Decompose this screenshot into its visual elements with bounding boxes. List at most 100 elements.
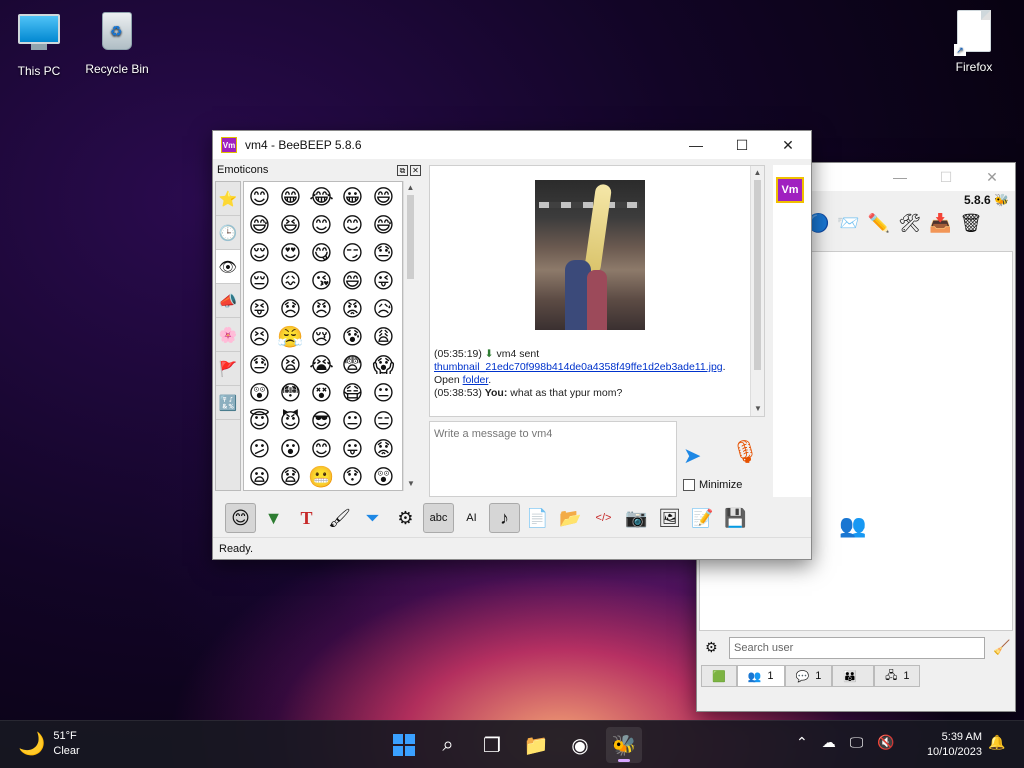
minimize-option[interactable]: Minimize bbox=[683, 479, 742, 491]
chat-history[interactable]: (05:35:19) ⬇ vm4 sent thumbnail_21edc70f… bbox=[429, 165, 765, 417]
close-button[interactable]: ✕ bbox=[765, 131, 811, 159]
emoticon-item[interactable]: 😎 bbox=[308, 408, 335, 435]
screenshot-icon[interactable]: 🖼 bbox=[654, 503, 685, 533]
emoticon-item[interactable]: 😝 bbox=[246, 296, 273, 323]
start-button[interactable] bbox=[386, 727, 422, 763]
display-icon[interactable]: 🖵 bbox=[850, 734, 864, 751]
microphone-icon[interactable]: 🎙 bbox=[731, 439, 759, 465]
chrome-icon[interactable]: ◉ bbox=[562, 727, 598, 763]
shared-image-thumbnail[interactable] bbox=[535, 180, 645, 330]
emoticon-item[interactable]: 😣 bbox=[246, 324, 273, 351]
emoticon-item[interactable]: 😯 bbox=[339, 464, 366, 490]
emoticon-item[interactable]: 😠 bbox=[308, 296, 335, 323]
emoticon-item[interactable]: 😓 bbox=[246, 352, 273, 379]
message-input[interactable]: Write a message to vm4 bbox=[429, 421, 677, 497]
emoticon-item[interactable]: 😦 bbox=[246, 464, 273, 490]
file-explorer-icon[interactable]: 📁 bbox=[518, 727, 554, 763]
save-icon[interactable]: 💾 bbox=[720, 503, 751, 533]
emoticon-item[interactable]: 😩 bbox=[370, 324, 397, 351]
emoticon-item[interactable]: 😭 bbox=[308, 352, 335, 379]
minimize-button[interactable]: — bbox=[877, 163, 923, 191]
camera-icon[interactable]: 📷 bbox=[621, 503, 652, 533]
desktop-icon-recycle-bin[interactable]: Recycle Bin bbox=[79, 10, 155, 76]
chat-titlebar[interactable]: Vm vm4 - BeeBEEP 5.8.6 — ☐ ✕ bbox=[213, 131, 811, 159]
emoticon-category-tab[interactable]: ⭐ bbox=[216, 182, 240, 216]
file-link[interactable]: thumbnail_21edc70f998b414de0a4358f49ffe1… bbox=[434, 361, 723, 373]
clock[interactable]: 5:39 AM 10/10/2023 bbox=[912, 730, 982, 760]
desktop-icon-firefox[interactable]: ↗ Firefox bbox=[936, 10, 1012, 74]
notification-bell-icon[interactable]: 🔔 bbox=[988, 734, 1005, 751]
trash-icon[interactable]: 🗑 bbox=[960, 213, 983, 234]
gear-icon[interactable]: ⚙ bbox=[390, 503, 421, 533]
emoticon-item[interactable]: 😨 bbox=[339, 352, 366, 379]
spellcheck-icon[interactable]: abc bbox=[423, 503, 454, 533]
envelope-icon[interactable]: 📨 bbox=[837, 213, 859, 234]
update-icon[interactable]: 📥 bbox=[929, 213, 951, 234]
avatar[interactable]: Vm bbox=[776, 177, 804, 203]
emoticon-category-tab[interactable]: 🚩 bbox=[216, 352, 240, 386]
emoticon-item[interactable]: 😟 bbox=[370, 436, 397, 463]
tab-users[interactable]: 👥 1 bbox=[736, 665, 785, 687]
float-panel-button[interactable]: ⧉ bbox=[397, 164, 408, 176]
emoticon-item[interactable]: 😏 bbox=[339, 240, 366, 267]
emoticon-item[interactable]: 😵 bbox=[308, 380, 335, 407]
chat-window[interactable]: Vm vm4 - BeeBEEP 5.8.6 — ☐ ✕ Emoticons ⧉… bbox=[212, 130, 812, 560]
emoticon-item[interactable]: 😰 bbox=[339, 324, 366, 351]
emoticon-item[interactable]: 😲 bbox=[370, 464, 397, 490]
emoticon-item[interactable]: 😄 bbox=[339, 268, 366, 295]
clear-search-icon[interactable]: 🧹 bbox=[993, 639, 1010, 656]
emoticon-item[interactable]: 😁 bbox=[277, 184, 304, 211]
emoticon-item[interactable]: 😞 bbox=[277, 296, 304, 323]
emoticon-item[interactable]: 😅 bbox=[370, 212, 397, 239]
emoticon-item[interactable]: 😂 bbox=[308, 184, 335, 211]
pencil-icon[interactable]: ✏️ bbox=[868, 213, 890, 234]
tools-icon[interactable]: 🛠 bbox=[898, 213, 921, 234]
tab-status[interactable]: 🟩 bbox=[701, 665, 737, 687]
emoticon-item[interactable]: 😋 bbox=[308, 240, 335, 267]
smiley-icon[interactable]: 😊 bbox=[225, 503, 256, 533]
search-user-input[interactable]: Search user bbox=[729, 637, 985, 659]
emoticon-category-tab[interactable]: 🕒 bbox=[216, 216, 240, 250]
font-icon[interactable]: T bbox=[291, 503, 322, 533]
emoticon-item[interactable]: 😄 bbox=[370, 184, 397, 211]
emoticon-category-tab[interactable]: 👁 bbox=[216, 250, 240, 284]
emoticon-item[interactable]: 😕 bbox=[246, 436, 273, 463]
filter-icon[interactable]: ⏷ bbox=[357, 503, 388, 533]
emoticon-item[interactable]: 😀 bbox=[339, 184, 366, 211]
folder-link[interactable]: folder bbox=[463, 374, 489, 386]
emoticon-item[interactable]: 😫 bbox=[277, 352, 304, 379]
emoticon-item[interactable]: 😊 bbox=[246, 184, 273, 211]
send-folder-icon[interactable]: 📂 bbox=[555, 503, 586, 533]
emoticon-item[interactable]: 😜 bbox=[370, 268, 397, 295]
emoticon-item[interactable]: 😇 bbox=[246, 408, 273, 435]
emoticon-item[interactable]: 😈 bbox=[277, 408, 304, 435]
volume-muted-icon[interactable]: 🔇 bbox=[877, 734, 894, 751]
desktop-icon-this-pc[interactable]: This PC bbox=[1, 10, 77, 78]
emoticon-item[interactable]: 😌 bbox=[246, 240, 273, 267]
emoticon-category-tab[interactable]: 🔣 bbox=[216, 386, 240, 420]
emoticon-item[interactable]: 😅 bbox=[246, 212, 273, 239]
weather-widget[interactable]: 🌙 51°F Clear bbox=[18, 729, 80, 759]
chevron-up-icon[interactable]: ⌃ bbox=[796, 734, 808, 751]
ai-icon[interactable]: AI bbox=[456, 503, 487, 533]
emoticon-scrollbar[interactable]: ▲ ▼ bbox=[403, 181, 417, 491]
emoticon-item[interactable]: 😥 bbox=[370, 296, 397, 323]
emoticon-category-tab[interactable]: 🌸 bbox=[216, 318, 240, 352]
emoticon-item[interactable]: 😬 bbox=[308, 464, 335, 490]
send-button[interactable]: ➤ bbox=[683, 443, 719, 469]
search-icon[interactable]: ⌕ bbox=[430, 727, 466, 763]
brush-icon[interactable]: 🖌 bbox=[324, 503, 355, 533]
close-panel-button[interactable]: ✕ bbox=[410, 164, 421, 176]
emoticon-item[interactable]: 😐 bbox=[370, 380, 397, 407]
emoticon-item[interactable]: 😊 bbox=[339, 212, 366, 239]
emoticon-item[interactable]: 😊 bbox=[308, 436, 335, 463]
tab-network[interactable]: 🖧 1 bbox=[874, 665, 921, 687]
music-icon[interactable]: ♪ bbox=[489, 503, 520, 533]
chat-scrollbar[interactable]: ▲ ▼ bbox=[750, 166, 764, 416]
emoticon-item[interactable]: 😧 bbox=[277, 464, 304, 490]
emoticon-item[interactable]: 😡 bbox=[339, 296, 366, 323]
emoticon-category-tab[interactable]: 📣 bbox=[216, 284, 240, 318]
emoticon-item[interactable]: 😷 bbox=[339, 380, 366, 407]
emoticon-item[interactable]: 😲 bbox=[246, 380, 273, 407]
maximize-button[interactable]: ☐ bbox=[719, 131, 765, 159]
